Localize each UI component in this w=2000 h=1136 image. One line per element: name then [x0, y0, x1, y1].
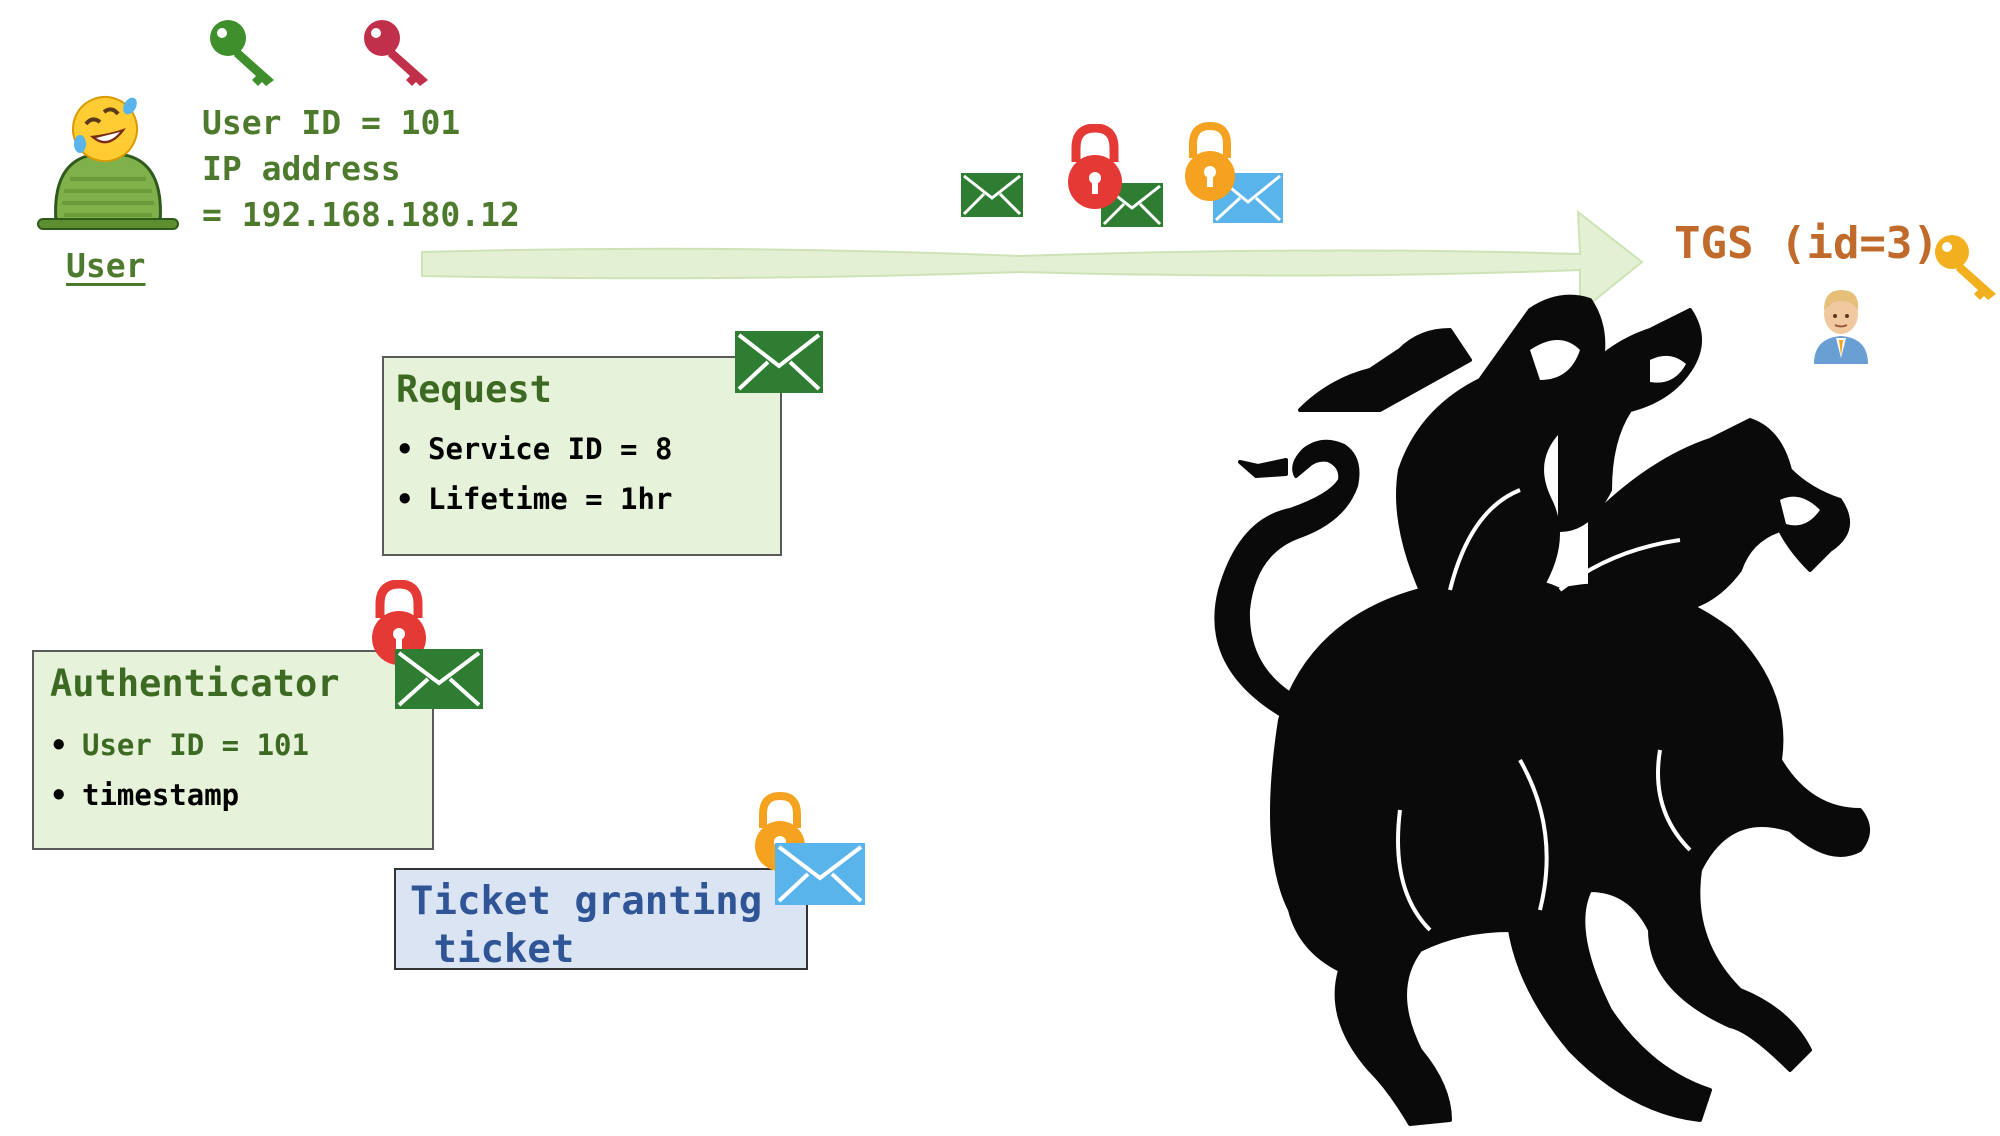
- request-title: Request: [396, 368, 552, 411]
- orange-padlock-icon: [1185, 122, 1235, 201]
- red-padlock-icon: [1068, 124, 1122, 209]
- authenticator-title: Authenticator: [50, 662, 340, 705]
- user-id-text: User ID = 101: [202, 103, 461, 142]
- authenticator-items: User ID = 101 timestamp: [44, 728, 309, 812]
- tgs-label: TGS (id=3): [1674, 218, 1939, 269]
- blue-envelope-icon: [775, 843, 865, 905]
- three-headed-dog-cerberus-image: [1214, 294, 1870, 1126]
- ticket-title: Ticket granting ticket: [410, 879, 763, 972]
- red-key-icon: [364, 20, 428, 86]
- green-envelope-icon: [395, 649, 483, 709]
- list-item: Service ID = 8: [390, 432, 672, 466]
- ticket-granting-ticket-box: Ticket granting ticket: [394, 868, 808, 972]
- list-item: Lifetime = 1hr: [390, 482, 672, 516]
- rolling-on-floor-laughing-face-icon: [72, 96, 138, 162]
- green-envelope-icon: [735, 331, 823, 393]
- authenticator-box: Authenticator User ID = 101 timestamp: [32, 650, 434, 850]
- ip-address-text: IP address: [202, 149, 401, 188]
- user-label: User: [66, 246, 146, 285]
- list-item: User ID = 101: [44, 728, 309, 762]
- green-key-icon: [210, 20, 274, 86]
- green-envelope-icon: [961, 173, 1023, 217]
- request-items: Service ID = 8 Lifetime = 1hr: [390, 432, 672, 516]
- gold-key-icon: [1935, 235, 1996, 300]
- request-box: Request Service ID = 8 Lifetime = 1hr: [382, 356, 782, 556]
- list-item: timestamp: [44, 778, 309, 812]
